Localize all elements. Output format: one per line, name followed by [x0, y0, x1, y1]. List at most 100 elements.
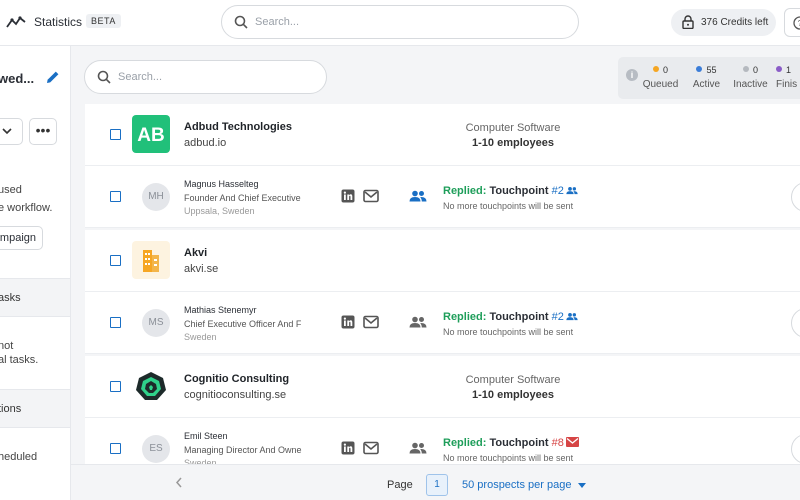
prospect-name[interactable]: Mathias Stenemyr [184, 305, 257, 315]
company-domain[interactable]: akvi.se [184, 263, 218, 275]
sidebar-text: used [0, 184, 22, 196]
touchpoint-number[interactable]: #2 [552, 311, 564, 323]
company-checkbox[interactable] [110, 255, 121, 266]
people-icon [566, 186, 578, 195]
svg-text:AB: AB [137, 125, 164, 146]
mail-icon[interactable] [363, 315, 379, 329]
credits-label: 376 Credits left [701, 17, 769, 28]
search-icon [97, 70, 111, 84]
prospect-location: Sweden [184, 332, 217, 342]
stat-finished[interactable]: 1 Finis [776, 65, 800, 90]
sidebar-text: al tasks. [0, 354, 39, 366]
reply-status: Replied: Touchpoint #2 [443, 185, 578, 197]
mail-icon[interactable] [363, 441, 379, 455]
touchpoint-label: Touchpoint [489, 185, 549, 197]
stat-count: 0 [752, 65, 758, 75]
help-button[interactable]: ? [784, 8, 800, 37]
sidebar-section-tasks[interactable]: asks [0, 278, 70, 317]
pagination: Page 1 50 prospects per page [71, 464, 800, 500]
stat-label: Finis [776, 79, 798, 90]
touchpoint-number[interactable]: #8 [552, 437, 564, 449]
stat-label: Inactive [733, 79, 768, 90]
prospect-list: AB Adbud Technologies adbud.io Computer … [85, 104, 800, 480]
touchpoint-note: No more touchpoints will be sent [443, 327, 574, 337]
replied-label: Replied: [443, 437, 487, 449]
avatar: MS [142, 309, 170, 337]
beta-badge: BETA [86, 14, 121, 28]
caret-down-icon[interactable] [578, 483, 586, 488]
app-title: Statistics [34, 15, 83, 29]
chevron-left-icon[interactable] [175, 477, 183, 488]
sidebar-text: e workflow. [0, 202, 53, 214]
touchpoint-note: No more touchpoints will be sent [443, 201, 574, 211]
company-size: 1-10 employees [472, 137, 554, 149]
company-row[interactable]: Akvi akvi.se [85, 230, 800, 292]
company-name[interactable]: Cognitio Consulting [184, 373, 289, 385]
prospect-search[interactable] [84, 60, 327, 94]
company-domain[interactable]: adbud.io [184, 137, 226, 149]
mail-icon[interactable] [363, 189, 379, 203]
prospect-checkbox[interactable] [110, 317, 121, 328]
people-icon [566, 312, 578, 321]
prospect-location: Uppsala, Sweden [184, 206, 255, 216]
touchpoint-note: No more touchpoints will be sent [443, 453, 574, 463]
company-row[interactable]: Cognitio Consulting cognitioconsulting.s… [85, 356, 800, 418]
per-page-select[interactable]: 50 prospects per page [462, 479, 571, 491]
company-name[interactable]: Adbud Technologies [184, 121, 292, 133]
linkedin-icon[interactable] [341, 441, 355, 455]
company-checkbox[interactable] [110, 129, 121, 140]
campaign-dropdown-button[interactable] [0, 118, 23, 145]
trend-logo-icon [6, 16, 26, 28]
company-name[interactable]: Akvi [184, 247, 207, 259]
linkedin-icon[interactable] [341, 315, 355, 329]
company-checkbox[interactable] [110, 381, 121, 392]
company-logo: AB [132, 115, 170, 153]
stat-inactive[interactable]: 0 Inactive [728, 65, 773, 90]
stat-count: 1 [786, 65, 792, 75]
sidebar-section-actions[interactable]: tions [0, 389, 70, 428]
global-search-input[interactable] [255, 16, 555, 28]
prospect-row[interactable]: MH Magnus Hasselteg Founder And Chief Ex… [85, 166, 800, 228]
touchpoint-number[interactable]: #2 [552, 185, 564, 197]
stat-queued[interactable]: 0 Queued [638, 65, 683, 90]
page-label: Page [387, 479, 413, 491]
company-domain[interactable]: cognitioconsulting.se [184, 389, 286, 401]
company-row[interactable]: AB Adbud Technologies adbud.io Computer … [85, 104, 800, 166]
campaign-button[interactable]: mpaign [0, 226, 43, 250]
prospect-checkbox[interactable] [110, 191, 121, 202]
row-action-button[interactable] [791, 434, 800, 464]
prospect-name[interactable]: Emil Steen [184, 431, 228, 441]
pencil-icon[interactable] [45, 69, 61, 85]
company-industry: Computer Software [465, 122, 561, 134]
stat-count: 0 [662, 65, 668, 75]
info-icon: i [626, 69, 638, 81]
global-search[interactable] [221, 5, 579, 39]
touchpoint-label: Touchpoint [489, 437, 549, 449]
prospect-search-input[interactable] [118, 71, 318, 83]
stat-label: Active [692, 79, 721, 90]
company-logo [132, 367, 170, 405]
status-stats: i 0 Queued 55 Active 0 Inactive 1 Finis [618, 57, 800, 99]
credits-button[interactable]: 376 Credits left [671, 9, 776, 36]
status-dot [776, 66, 782, 72]
avatar: MH [142, 183, 170, 211]
stat-active[interactable]: 55 Active [684, 65, 729, 90]
prospect-title: Founder And Chief Executive [184, 193, 301, 203]
stat-label: Queued [642, 79, 679, 90]
more-icon: ••• [35, 122, 51, 138]
prospect-title: Chief Executive Officer And F [184, 319, 302, 329]
more-options-button[interactable]: ••• [29, 118, 57, 145]
prospect-title: Managing Director And Owne [184, 445, 302, 455]
status-dot [742, 66, 749, 72]
prospect-row[interactable]: MS Mathias Stenemyr Chief Executive Offi… [85, 292, 800, 354]
sidebar-text: heduled [0, 451, 38, 463]
people-icon [409, 442, 427, 454]
page-number-input[interactable]: 1 [426, 474, 448, 496]
linkedin-icon[interactable] [341, 189, 355, 203]
row-action-button[interactable] [791, 182, 800, 212]
row-action-button[interactable] [791, 308, 800, 338]
prospect-name[interactable]: Magnus Hasselteg [184, 179, 259, 189]
replied-label: Replied: [443, 311, 487, 323]
main-content: i 0 Queued 55 Active 0 Inactive 1 Finis … [71, 46, 800, 500]
prospect-checkbox[interactable] [110, 443, 121, 454]
